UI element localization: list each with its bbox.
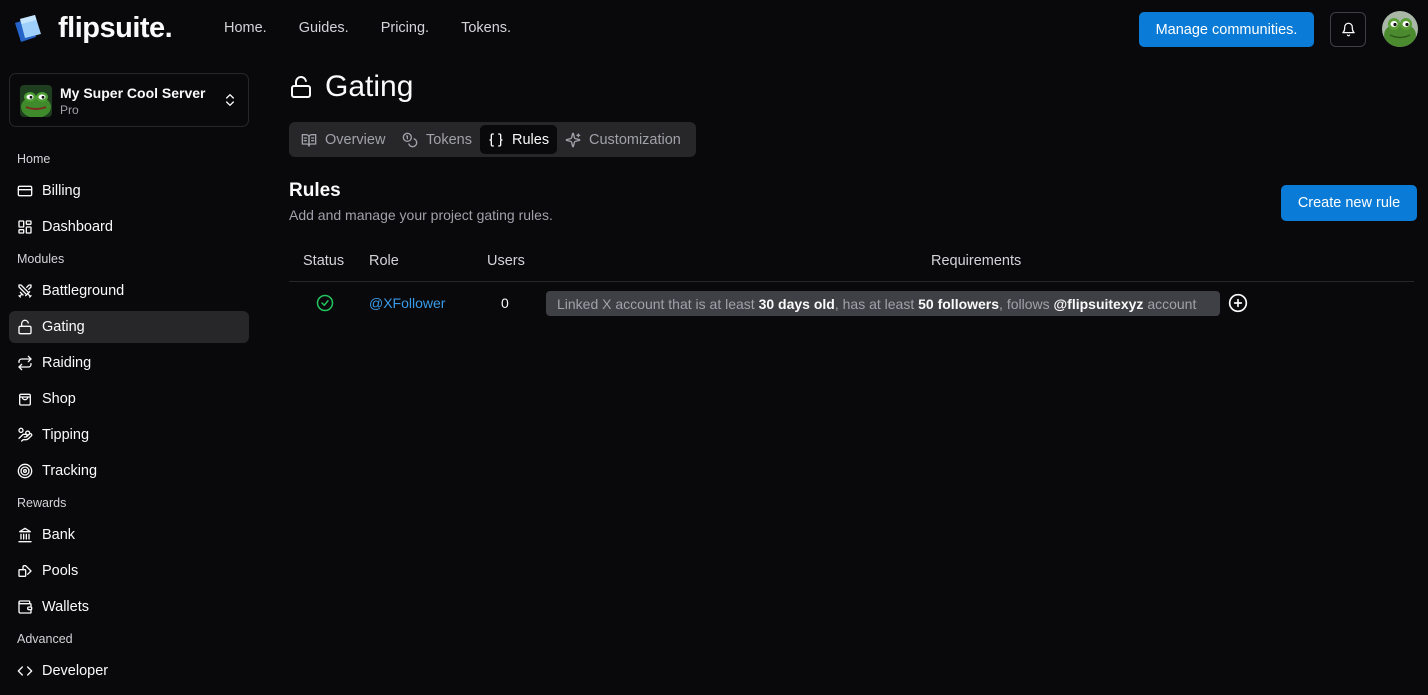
users-count: 0 (501, 295, 509, 311)
tab-label: Overview (325, 131, 386, 148)
tab-tokens[interactable]: Tokens (394, 125, 480, 154)
status-indicator (316, 294, 334, 312)
manage-communities-button[interactable]: Manage communities. (1139, 12, 1314, 47)
brand-name: flipsuite. (58, 12, 173, 44)
tab-customization[interactable]: Customization (557, 125, 689, 154)
requirement-value-followers: 50 followers (918, 295, 1000, 312)
sidebar-item-label: Developer (42, 663, 109, 679)
server-switcher[interactable]: My Super Cool Server Pro (9, 73, 249, 127)
column-header-users: Users (487, 253, 525, 269)
tab-label: Rules (512, 131, 550, 148)
target-icon (17, 463, 33, 479)
top-navbar: flipsuite. Home. Guides. Pricing. Tokens… (0, 0, 1428, 58)
sidebar-item-tipping[interactable]: Tipping (9, 419, 249, 451)
sidebar-item-gating[interactable]: Gating (9, 311, 249, 343)
sidebar-item-billing[interactable]: Billing (9, 175, 249, 207)
main-nav: Home. Guides. Pricing. Tokens. (224, 20, 511, 36)
sidebar-item-label: Tipping (42, 427, 90, 443)
rules-heading: Rules (289, 180, 341, 201)
braces-icon (489, 132, 503, 147)
flipsuite-logo-icon (15, 14, 41, 42)
notifications-button[interactable] (1330, 12, 1366, 47)
sidebar-item-pools[interactable]: Pools (9, 555, 249, 587)
sidebar-section-home: Home (17, 152, 51, 166)
server-name: My Super Cool Server (60, 85, 206, 101)
sidebar-item-label: Battleground (42, 283, 125, 299)
requirement-text: account (1147, 295, 1197, 312)
nav-link-tokens[interactable]: Tokens. (461, 20, 511, 36)
repeat-icon (18, 355, 32, 371)
shopping-bag-icon (19, 393, 31, 406)
sidebar-item-dashboard[interactable]: Dashboard (9, 211, 249, 243)
sidebar-item-label: Pools (42, 563, 79, 579)
column-header-role: Role (369, 253, 399, 269)
create-new-rule-button[interactable]: Create new rule (1281, 185, 1417, 221)
check-circle-icon (316, 294, 334, 312)
sidebar-item-bank[interactable]: Bank (9, 519, 249, 551)
server-avatar (20, 85, 52, 117)
page-title: Gating (325, 70, 414, 103)
requirement-value-account: @flipsuitexyz (1053, 295, 1144, 312)
column-header-requirements: Requirements (931, 253, 1022, 269)
sidebar-section-advanced: Advanced (17, 632, 73, 646)
sidebar-section-rewards: Rewards (17, 496, 67, 510)
requirement-badge: Linked X account that is at least 30 day… (546, 291, 1220, 316)
sidebar-item-label: Tracking (42, 463, 98, 479)
landmark-icon (18, 527, 32, 543)
sidebar-item-developer[interactable]: Developer (9, 655, 249, 687)
sparkles-icon (565, 132, 581, 147)
book-open-icon (301, 133, 317, 147)
sidebar-item-label: Dashboard (42, 219, 113, 235)
add-requirement-button[interactable] (1228, 293, 1248, 313)
sidebar-item-wallets[interactable]: Wallets (9, 591, 249, 623)
column-header-status: Status (303, 253, 345, 269)
chevrons-up-down-icon (226, 94, 234, 106)
page-header: Gating (289, 70, 413, 104)
requirement-text: , follows (999, 295, 1050, 312)
table-divider (289, 281, 1414, 282)
requirement-value-age: 30 days old (758, 295, 835, 312)
role-link[interactable]: @XFollower (369, 295, 445, 311)
nav-link-pricing[interactable]: Pricing. (381, 20, 429, 36)
frog-avatar-icon (1382, 11, 1418, 47)
credit-card-icon (17, 185, 33, 197)
code-icon (17, 666, 33, 676)
sidebar-item-label: Wallets (42, 599, 89, 615)
requirement-text: Linked X account that is at least (557, 295, 755, 312)
sidebar-item-label: Bank (42, 527, 76, 543)
server-plan: Pro (60, 103, 79, 117)
unlock-icon (291, 76, 311, 98)
user-avatar[interactable] (1382, 11, 1418, 47)
sidebar-item-label: Raiding (42, 355, 92, 371)
sidebar-item-shop[interactable]: Shop (9, 383, 249, 415)
sidebar-item-battleground[interactable]: Battleground (9, 275, 249, 307)
tab-rules[interactable]: Rules (480, 125, 558, 154)
nav-link-home[interactable]: Home. (224, 20, 267, 36)
swords-icon (18, 284, 32, 298)
unlock-icon (18, 319, 32, 335)
sidebar-item-tracking[interactable]: Tracking (9, 455, 249, 487)
sidebar-item-label: Shop (42, 391, 76, 407)
hand-coins-icon (18, 427, 33, 442)
sidebar-section-modules: Modules (17, 252, 65, 266)
tab-label: Customization (589, 131, 681, 148)
requirement-text: , has at least (834, 295, 915, 312)
bell-icon (1341, 22, 1355, 37)
tab-label: Tokens (426, 131, 472, 148)
gating-tabs: Overview Tokens Rules Customization (289, 122, 696, 157)
pepe-server-icon (20, 85, 52, 117)
plus-circle-icon (1228, 293, 1248, 313)
rules-description: Add and manage your project gating rules… (289, 207, 553, 223)
tab-overview[interactable]: Overview (293, 125, 393, 154)
coins-icon (18, 565, 32, 577)
sidebar-item-label: Billing (42, 183, 81, 199)
nav-link-guides[interactable]: Guides. (299, 20, 349, 36)
sidebar-item-label: Gating (42, 319, 85, 335)
wallet-icon (18, 600, 33, 614)
sidebar-item-raiding[interactable]: Raiding (9, 347, 249, 379)
coins-icon (402, 132, 418, 147)
dashboard-icon (18, 220, 32, 234)
brand-logo[interactable]: flipsuite. (12, 12, 173, 45)
